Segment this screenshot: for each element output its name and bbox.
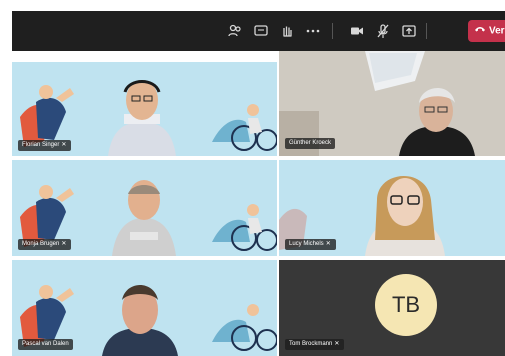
raise-hand-icon[interactable] [278, 22, 296, 40]
mic-muted-icon[interactable] [374, 22, 392, 40]
toolbar-divider [426, 23, 427, 39]
participant-tile[interactable]: Monja Brugen ✕ [12, 160, 277, 256]
participant-tile[interactable]: Pascal van Dalen [12, 260, 277, 356]
name-tag: Monja Brugen ✕ [18, 239, 72, 250]
participant-tile[interactable]: Günther Kroeck [279, 51, 505, 156]
name-tag: Pascal van Dalen [18, 339, 73, 350]
name-tag: Florian Singer ✕ [18, 140, 72, 151]
avatar: TB [375, 274, 437, 336]
mic-muted-icon: ✕ [334, 341, 340, 347]
participant-tile[interactable]: TB Tom Brockmann ✕ [279, 260, 505, 356]
participant-name: Tom Brockmann [289, 341, 333, 347]
mic-muted-icon: ✕ [61, 142, 67, 148]
leave-button[interactable]: Verla [468, 20, 505, 42]
name-tag: Lucy Michels ✕ [285, 239, 336, 250]
people-icon[interactable] [226, 22, 244, 40]
meeting-toolbar: Verla [12, 11, 505, 51]
phone-icon [474, 20, 486, 42]
participant-name: Lucy Michels [289, 241, 324, 247]
participant-tile[interactable]: Florian Singer ✕ [12, 62, 277, 156]
share-icon[interactable] [400, 22, 418, 40]
participant-tile[interactable]: Lucy Michels ✕ [279, 160, 505, 256]
chat-icon[interactable] [252, 22, 270, 40]
more-icon[interactable] [304, 22, 322, 40]
camera-icon[interactable] [348, 22, 366, 40]
name-tag: Günther Kroeck [285, 138, 336, 149]
mic-muted-icon: ✕ [61, 241, 67, 247]
leave-label: Verla [489, 25, 505, 37]
participant-name: Günther Kroeck [289, 140, 332, 146]
participant-name: Pascal van Dalen [22, 341, 69, 347]
mic-muted-icon: ✕ [325, 241, 331, 247]
participant-name: Monja Brugen [22, 241, 60, 247]
participant-name: Florian Singer [22, 142, 60, 148]
toolbar-divider [332, 23, 333, 39]
name-tag: Tom Brockmann ✕ [285, 339, 345, 350]
